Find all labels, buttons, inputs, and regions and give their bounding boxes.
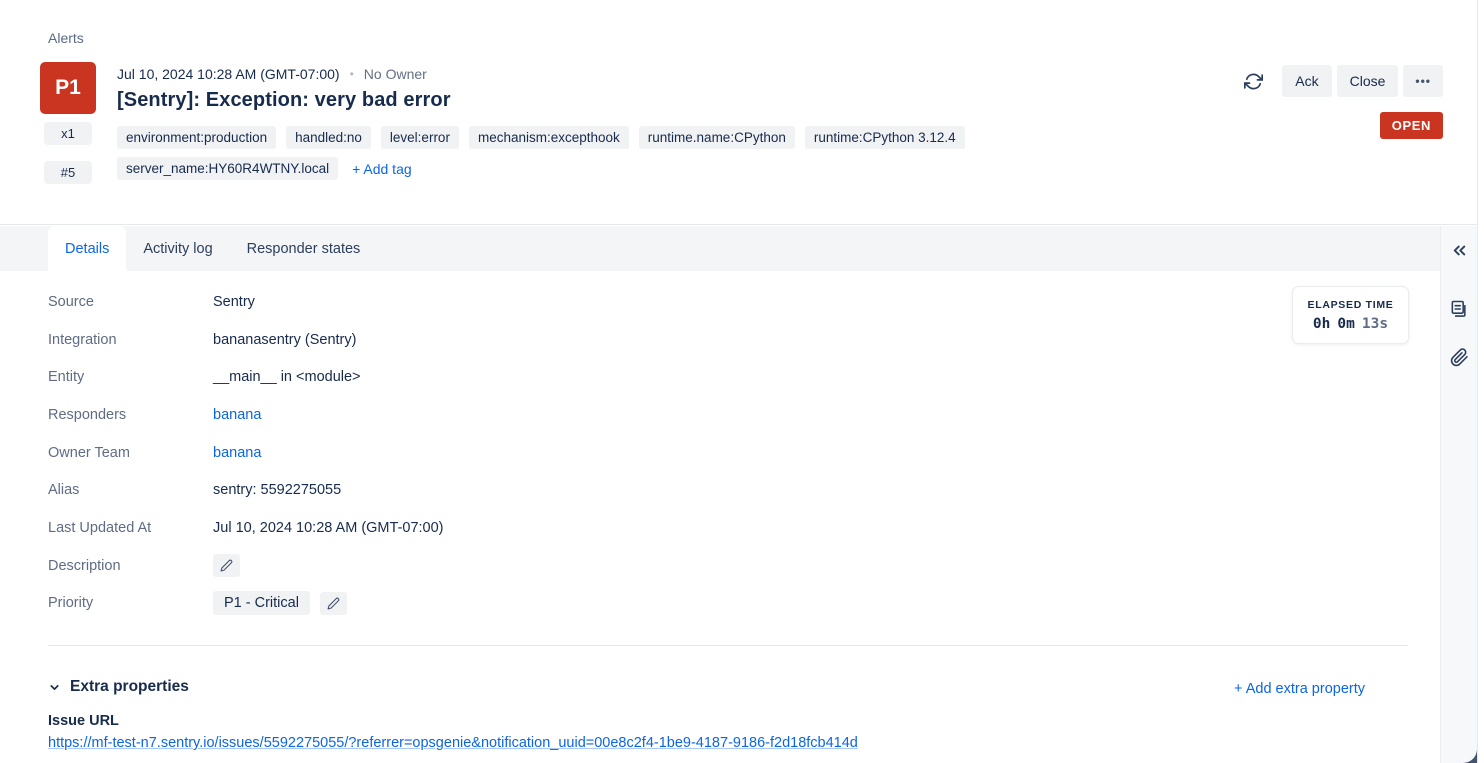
status-badge: OPEN [1380, 112, 1443, 139]
elapsed-seconds: 13s [1362, 316, 1388, 332]
details-panel: Source Sentry Integration bananasentry (… [0, 271, 1440, 763]
count-badge: x1 [44, 122, 92, 145]
field-label: Last Updated At [48, 520, 213, 536]
issue-url-link[interactable]: https://mf-test-n7.sentry.io/issues/5592… [48, 735, 858, 751]
field-row-entity: Entity __main__ in <module> [48, 358, 1148, 396]
details-field-list: Source Sentry Integration bananasentry (… [48, 283, 1148, 622]
field-row-alias: Alias sentry: 5592275055 [48, 471, 1148, 509]
field-label: Source [48, 294, 213, 310]
responders-link[interactable]: banana [213, 407, 261, 423]
extra-properties-title: Extra properties [70, 678, 189, 696]
tab-details[interactable]: Details [48, 226, 126, 271]
pencil-icon [327, 597, 340, 610]
alert-details-page: Alerts P1 x1 #5 Jul 10, 2024 10:28 AM (G… [0, 0, 1484, 763]
edit-priority-button[interactable] [320, 592, 347, 615]
elapsed-hours: 0h [1313, 316, 1330, 332]
elapsed-time-card: ELAPSED TIME 0h 0m 13s [1292, 286, 1409, 344]
elapsed-time-label: ELAPSED TIME [1308, 299, 1394, 311]
section-divider [48, 645, 1408, 646]
elapsed-time-value: 0h 0m 13s [1313, 316, 1388, 332]
extra-properties-header[interactable]: Extra properties [48, 678, 189, 696]
header-actions: Ack Close ••• [1244, 65, 1443, 97]
tag-chip: server_name:HY60R4WTNY.local [117, 157, 338, 180]
tag-chip: handled:no [286, 126, 371, 149]
priority-value-chip: P1 - Critical [213, 591, 310, 615]
field-value: __main__ in <module> [213, 369, 361, 385]
refresh-icon[interactable] [1244, 72, 1263, 91]
field-row-source: Source Sentry [48, 283, 1148, 321]
tag-list: environment:production handled:no level:… [117, 126, 1127, 180]
right-sidebar [1440, 226, 1477, 763]
field-label: Alias [48, 482, 213, 498]
owner-team-link[interactable]: banana [213, 445, 261, 461]
scrollbar-track[interactable] [1477, 0, 1484, 763]
field-label: Responders [48, 407, 213, 423]
alert-title: [Sentry]: Exception: very bad error [117, 89, 1127, 112]
dot-separator-icon: • [350, 67, 354, 81]
field-label: Description [48, 558, 213, 574]
chevron-down-icon [48, 681, 61, 694]
field-label: Owner Team [48, 445, 213, 461]
field-value: Sentry [213, 294, 255, 310]
ack-button[interactable]: Ack [1282, 65, 1331, 97]
extra-property-key: Issue URL [48, 713, 119, 729]
field-label: Priority [48, 595, 213, 611]
tab-responder-states[interactable]: Responder states [230, 226, 378, 271]
alert-timestamp: Jul 10, 2024 10:28 AM (GMT-07:00) [117, 66, 340, 82]
notes-icon[interactable] [1448, 298, 1470, 320]
header-main: Jul 10, 2024 10:28 AM (GMT-07:00) • No O… [117, 66, 1127, 180]
elapsed-minutes: 0m [1337, 316, 1354, 332]
pencil-icon [220, 559, 233, 572]
edit-description-button[interactable] [213, 554, 240, 577]
tag-chip: runtime:CPython 3.12.4 [805, 126, 965, 149]
tab-bar: Details Activity log Responder states [0, 226, 1440, 271]
priority-badge: P1 [40, 62, 96, 114]
field-row-last-updated: Last Updated At Jul 10, 2024 10:28 AM (G… [48, 509, 1148, 547]
field-row-responders: Responders banana [48, 396, 1148, 434]
field-value: Jul 10, 2024 10:28 AM (GMT-07:00) [213, 520, 444, 536]
field-value: bananasentry (Sentry) [213, 332, 356, 348]
field-row-owner-team: Owner Team banana [48, 434, 1148, 472]
field-value: sentry: 5592275055 [213, 482, 341, 498]
priority-column: P1 x1 #5 [40, 62, 96, 184]
tab-activity-log[interactable]: Activity log [126, 226, 229, 271]
field-label: Integration [48, 332, 213, 348]
more-actions-button[interactable]: ••• [1403, 65, 1443, 97]
breadcrumb-alerts[interactable]: Alerts [48, 30, 84, 46]
add-extra-property-button[interactable]: + Add extra property [1234, 681, 1365, 697]
tag-chip: mechanism:excepthook [469, 126, 629, 149]
owner-label: No Owner [364, 66, 427, 82]
tiny-id-badge: #5 [44, 161, 92, 184]
field-label: Entity [48, 369, 213, 385]
collapse-panel-icon[interactable] [1448, 239, 1470, 261]
tag-chip: runtime.name:CPython [639, 126, 795, 149]
add-tag-button[interactable]: + Add tag [352, 161, 412, 177]
field-row-priority: Priority P1 - Critical [48, 585, 1148, 623]
tag-chip: level:error [381, 126, 459, 149]
tag-chip: environment:production [117, 126, 276, 149]
field-row-integration: Integration bananasentry (Sentry) [48, 321, 1148, 359]
field-row-description: Description [48, 547, 1148, 585]
close-button[interactable]: Close [1337, 65, 1399, 97]
attachment-icon[interactable] [1448, 346, 1470, 368]
alert-header: Alerts P1 x1 #5 Jul 10, 2024 10:28 AM (G… [0, 0, 1484, 225]
